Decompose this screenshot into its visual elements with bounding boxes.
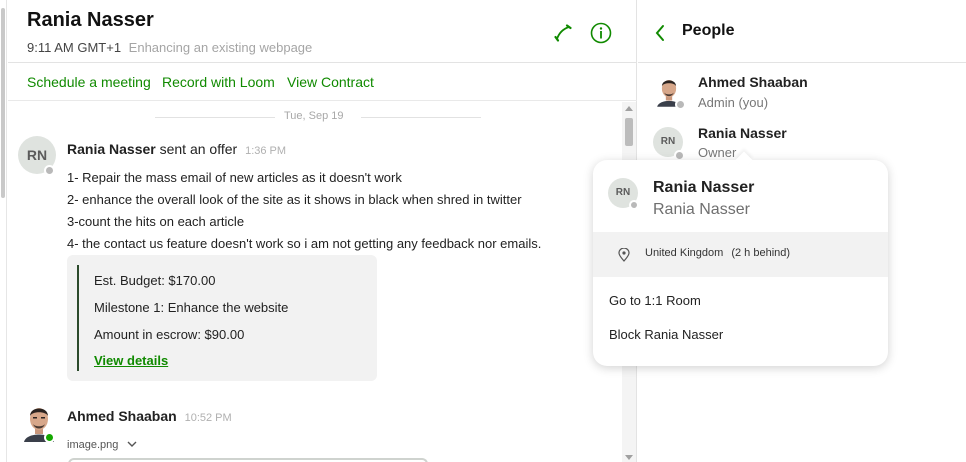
sender-name[interactable]: Ahmed Shaaban xyxy=(67,408,177,424)
message-line: 1- Repair the mass email of new articles… xyxy=(67,170,402,185)
popover-name: Rania Nasser xyxy=(653,179,755,196)
message-action: sent an offer xyxy=(159,141,238,157)
phone-icon[interactable] xyxy=(552,22,574,44)
scroll-up-arrow[interactable] xyxy=(625,106,633,111)
divider xyxy=(361,117,481,118)
view-contract-link[interactable]: View Contract xyxy=(287,74,374,90)
avatar-initials: RN xyxy=(26,147,48,163)
message-header: Rania Nasser sent an offer 1:36 PM xyxy=(67,141,286,157)
offer-card-accent xyxy=(77,265,79,371)
page-scrollbar-thumb[interactable] xyxy=(1,8,5,198)
attachment-filename: image.png xyxy=(67,439,119,451)
online-indicator xyxy=(44,432,55,443)
presence-dot xyxy=(44,165,55,176)
message-header: Ahmed Shaaban 10:52 PM xyxy=(67,408,232,424)
location-country: United Kingdom xyxy=(645,247,724,259)
message-time: 10:52 PM xyxy=(184,412,232,424)
date-separator: Tue, Sep 19 xyxy=(8,110,622,124)
date-label: Tue, Sep 19 xyxy=(284,110,344,122)
avatar-initials: RN xyxy=(615,187,631,198)
attachment-label[interactable]: image.png xyxy=(67,439,137,451)
presence-dot xyxy=(629,200,639,210)
image-preview[interactable] xyxy=(68,458,428,462)
chat-header: Rania Nasser 9:11 AM GMT+1 Enhancing an … xyxy=(8,0,637,63)
message-time: 1:36 PM xyxy=(245,145,287,157)
profile-popover: RN Rania Nasser Rania Nasser United King… xyxy=(593,151,888,366)
member-role: Admin (you) xyxy=(698,95,769,110)
location-row: United Kingdom (2 h behind) xyxy=(593,232,888,277)
record-loom-link[interactable]: Record with Loom xyxy=(162,74,275,90)
local-time: 9:11 AM GMT+1 xyxy=(27,40,122,55)
view-details-link[interactable]: View details xyxy=(94,353,168,368)
sender-name[interactable]: Rania Nasser xyxy=(67,141,156,157)
page-scrollbar[interactable] xyxy=(0,0,7,462)
member-name[interactable]: Rania Nasser xyxy=(698,125,787,141)
presence-dot xyxy=(675,99,686,110)
chat-subtitle: 9:11 AM GMT+1 Enhancing an existing webp… xyxy=(27,40,312,55)
member-name[interactable]: Ahmed Shaaban xyxy=(698,74,808,90)
message-line: 4- the contact us feature doesn't work s… xyxy=(67,236,542,251)
offer-escrow: Amount in escrow: $90.00 xyxy=(94,327,245,342)
location-pin-icon xyxy=(618,248,630,262)
popover-subtitle: Rania Nasser xyxy=(653,201,750,218)
avatar-initials: RN xyxy=(660,136,676,147)
divider xyxy=(155,117,275,118)
message-line: 3-count the hits on each article xyxy=(67,214,245,229)
info-icon[interactable] xyxy=(590,22,612,44)
offer-card: Est. Budget: $170.00 Milestone 1: Enhanc… xyxy=(67,255,377,381)
people-title: People xyxy=(682,22,735,39)
chat-scrollbar-thumb[interactable] xyxy=(625,118,633,146)
chat-action-bar: Schedule a meeting Record with Loom View… xyxy=(8,63,637,101)
project-name[interactable]: Enhancing an existing webpage xyxy=(129,40,313,55)
messaging-app: Rania Nasser 9:11 AM GMT+1 Enhancing an … xyxy=(0,0,966,462)
chat-title: Rania Nasser xyxy=(27,9,154,31)
time-offset: (2 h behind) xyxy=(731,247,791,259)
location-text: United Kingdom (2 h behind) xyxy=(645,247,790,259)
offer-budget: Est. Budget: $170.00 xyxy=(94,273,216,288)
people-header: People xyxy=(638,0,966,63)
chevron-left-icon[interactable] xyxy=(653,24,667,42)
member-role: Owner xyxy=(698,145,737,160)
message-line: 2- enhance the overall look of the site … xyxy=(67,192,522,207)
chat-pane: Rania Nasser 9:11 AM GMT+1 Enhancing an … xyxy=(8,0,637,462)
chevron-down-icon[interactable] xyxy=(127,441,137,448)
message-list: Tue, Sep 19 RN Rania Nasser sent an offe… xyxy=(8,102,622,462)
go-to-room-item[interactable]: Go to 1:1 Room xyxy=(609,293,701,308)
schedule-meeting-link[interactable]: Schedule a meeting xyxy=(27,74,151,90)
block-user-item[interactable]: Block Rania Nasser xyxy=(609,327,723,342)
offer-milestone: Milestone 1: Enhance the website xyxy=(94,300,289,315)
scroll-down-arrow[interactable] xyxy=(625,455,633,460)
